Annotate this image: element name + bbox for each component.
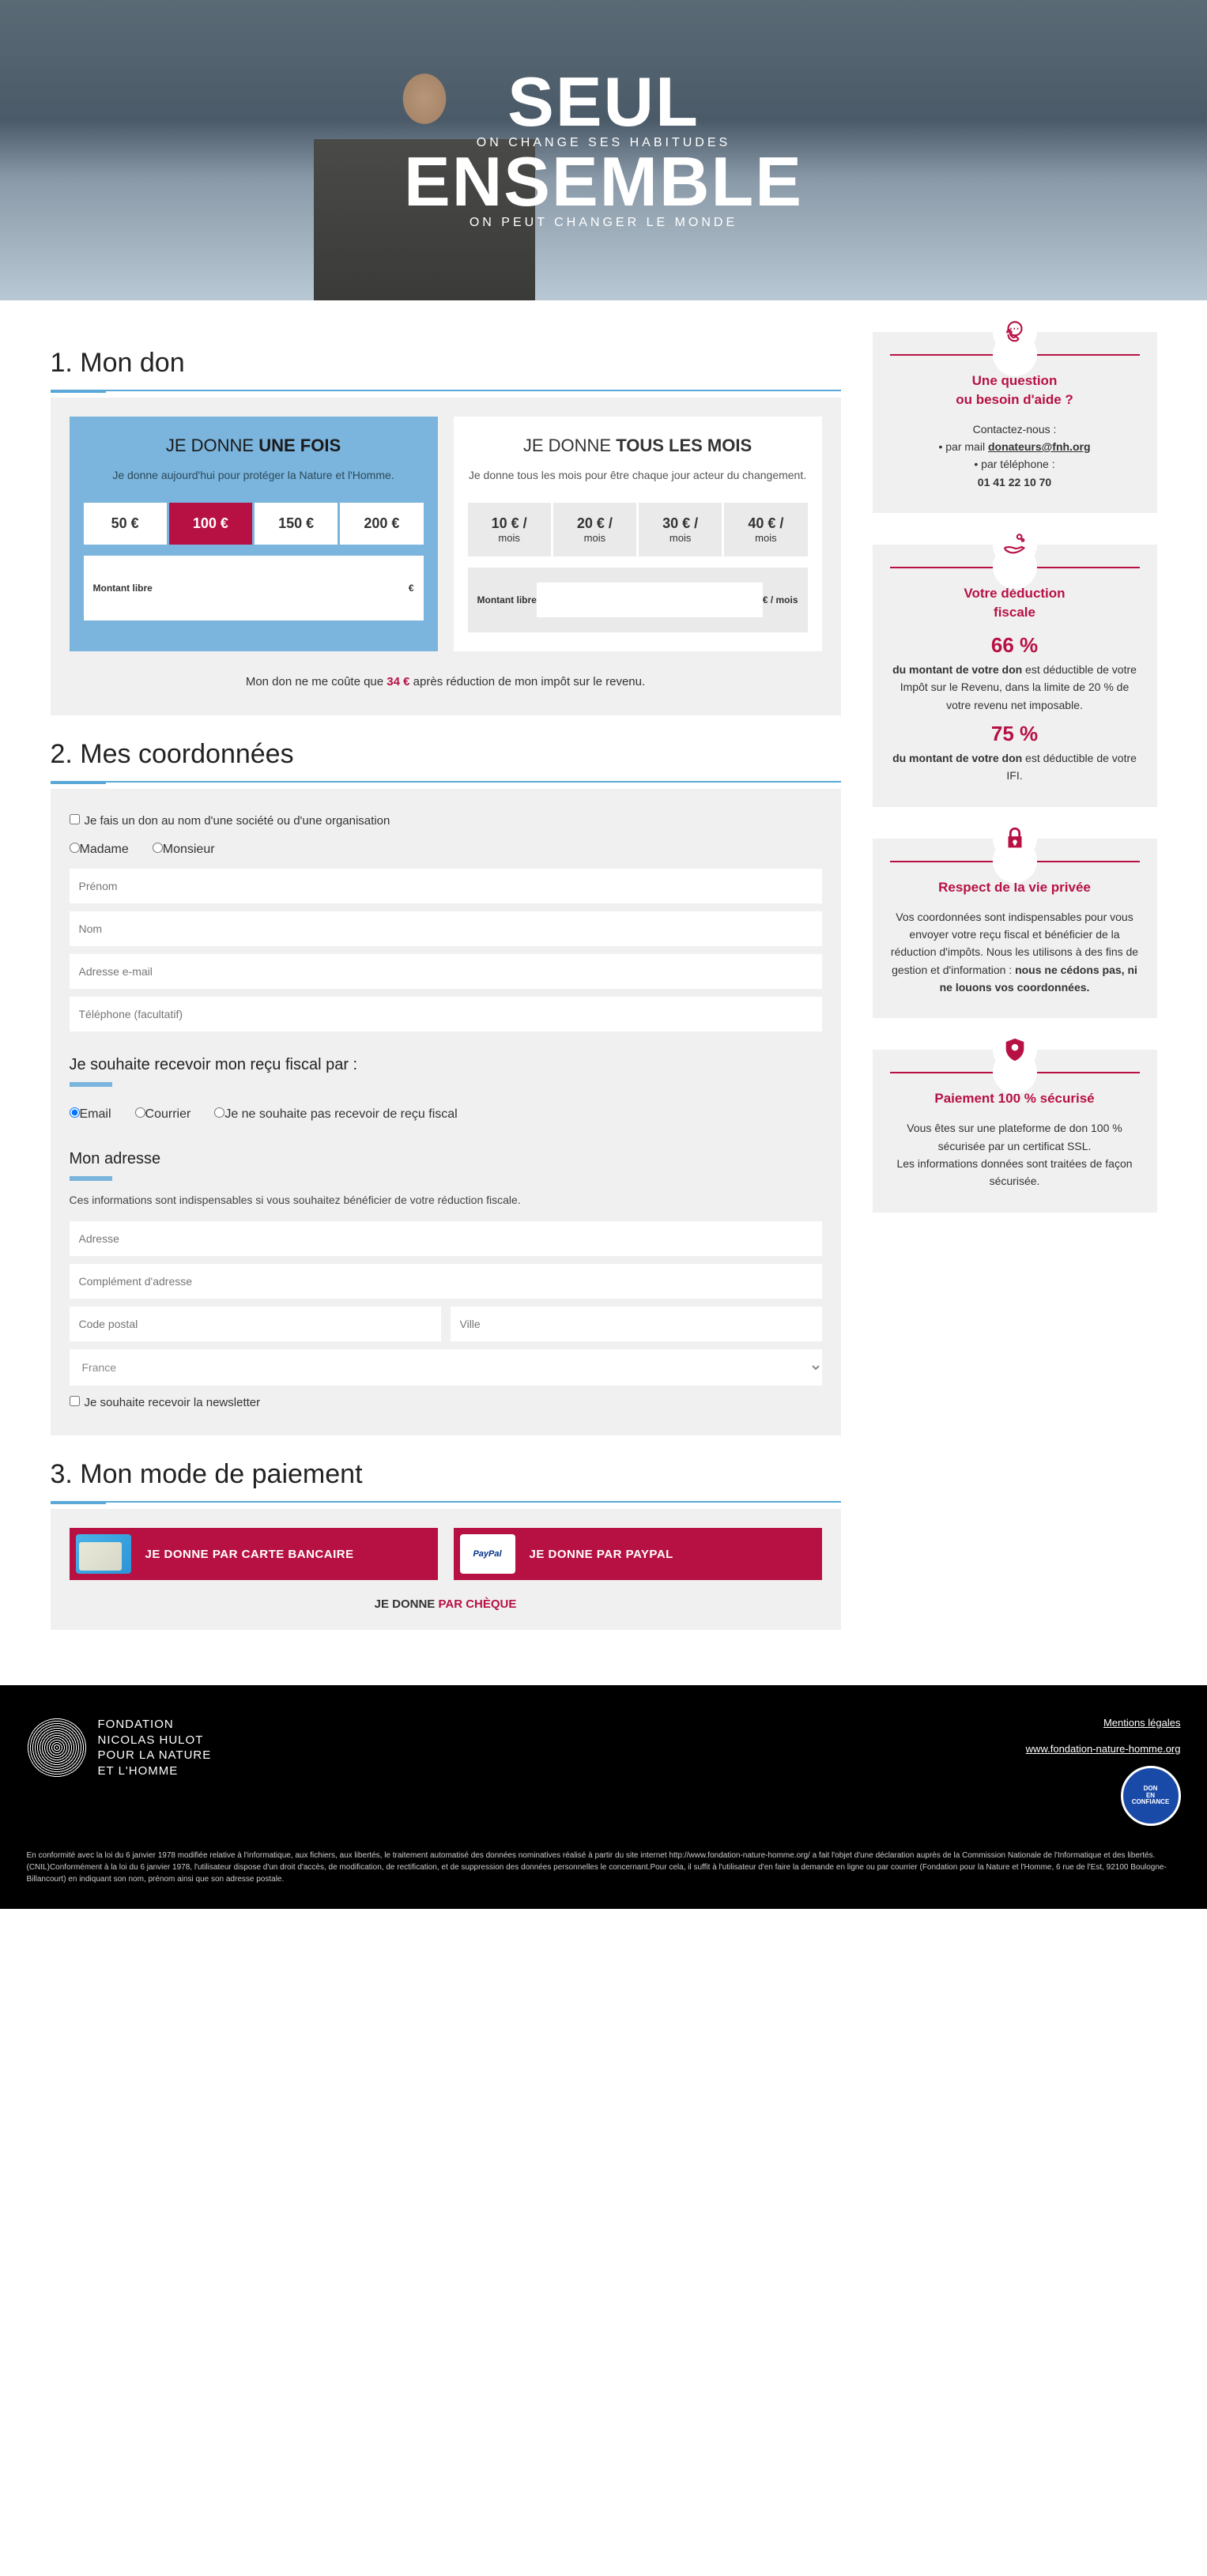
details-block: Je fais un don au nom d'une société ou d… xyxy=(51,789,841,1435)
side-security: Paiement 100 % sécurisé Vous êtes sur un… xyxy=(873,1050,1157,1212)
section2-title: 2. Mes coordonnées xyxy=(51,739,841,770)
amount-100[interactable]: 100 € xyxy=(169,503,252,545)
amount-40m[interactable]: 40 € /mois xyxy=(724,503,807,556)
logo-icon xyxy=(27,1718,87,1778)
amount-10m[interactable]: 10 € /mois xyxy=(468,503,551,556)
address-heading: Mon adresse xyxy=(70,1150,822,1168)
email-field[interactable] xyxy=(70,954,822,989)
amount-200[interactable]: 200 € xyxy=(340,503,423,545)
radio-madame[interactable] xyxy=(70,843,80,853)
mail-link[interactable]: donateurs@fnh.org xyxy=(988,440,1091,453)
side-question: Une question ou besoin d'aide ? Contacte… xyxy=(873,332,1157,513)
pay-card-button[interactable]: JE DONNE PAR CARTE BANCAIRE xyxy=(70,1528,438,1580)
radio-monsieur[interactable] xyxy=(153,843,163,853)
radio-receipt-none[interactable] xyxy=(214,1107,224,1118)
hero-line1: SEUL xyxy=(404,70,803,133)
tax-cost: Mon don ne me coûte que 34 € après réduc… xyxy=(70,667,822,696)
address-field[interactable] xyxy=(70,1221,822,1256)
amount-30m[interactable]: 30 € /mois xyxy=(639,503,722,556)
newsletter-checkbox[interactable] xyxy=(70,1396,80,1406)
legal-link[interactable]: Mentions légales xyxy=(1103,1717,1181,1729)
radio-receipt-email[interactable] xyxy=(70,1107,80,1118)
amount-150[interactable]: 150 € xyxy=(255,503,338,545)
site-link[interactable]: www.fondation-nature-homme.org xyxy=(1026,1743,1181,1755)
city-field[interactable] xyxy=(451,1307,822,1341)
tab-monthly[interactable]: JE DONNE TOUS LES MOIS Je donne tous les… xyxy=(454,417,822,651)
logo-text: FONDATION NICOLAS HULOT POUR LA NATURE E… xyxy=(98,1717,212,1778)
amount-50[interactable]: 50 € xyxy=(84,503,167,545)
phone-field[interactable] xyxy=(70,997,822,1032)
pay-cheque-link[interactable]: JE DONNE PAR CHÈQUE xyxy=(70,1597,822,1611)
lock-icon xyxy=(993,817,1037,861)
free-amount-once[interactable]: Montant libre€ xyxy=(84,556,424,620)
country-select[interactable]: France xyxy=(70,1349,822,1386)
phone-icon xyxy=(993,310,1037,354)
hero-banner: SEUL ON CHANGE SES HABITUDES ENSEMBLE ON… xyxy=(0,0,1207,300)
footer: FONDATION NICOLAS HULOT POUR LA NATURE E… xyxy=(0,1685,1207,1909)
radio-receipt-mail[interactable] xyxy=(135,1107,145,1118)
zip-field[interactable] xyxy=(70,1307,441,1341)
paypal-icon: PayPal xyxy=(460,1534,515,1574)
receipt-heading: Je souhaite recevoir mon reçu fiscal par… xyxy=(70,1056,822,1074)
org-checkbox[interactable] xyxy=(70,814,80,824)
free-amount-monthly[interactable]: Montant libre€ / mois xyxy=(468,568,808,632)
side-deduction: Votre déduction fiscale 66 % du montant … xyxy=(873,545,1157,807)
free-input-once[interactable] xyxy=(153,571,409,605)
legal-text: En conformité avec la loi du 6 janvier 1… xyxy=(27,1850,1181,1885)
hand-coins-icon xyxy=(993,522,1037,567)
pay-paypal-button[interactable]: PayPal JE DONNE PAR PAYPAL xyxy=(454,1528,822,1580)
free-input-monthly[interactable] xyxy=(537,583,763,617)
trust-badge: DON EN CONFIANCE xyxy=(1121,1766,1181,1826)
amount-20m[interactable]: 20 € /mois xyxy=(553,503,636,556)
payment-block: JE DONNE PAR CARTE BANCAIRE PayPal JE DO… xyxy=(51,1509,841,1630)
section1-title: 1. Mon don xyxy=(51,348,841,379)
lastname-field[interactable] xyxy=(70,911,822,946)
firstname-field[interactable] xyxy=(70,869,822,903)
side-deduction-title: Votre déduction fiscale xyxy=(890,584,1140,622)
card-icon xyxy=(76,1534,131,1574)
hero-line2: ENSEMBLE xyxy=(404,150,803,213)
shield-icon xyxy=(993,1028,1037,1072)
section3-title: 3. Mon mode de paiement xyxy=(51,1459,841,1490)
address2-field[interactable] xyxy=(70,1264,822,1299)
tab-once[interactable]: JE DONNE UNE FOIS Je donne aujourd'hui p… xyxy=(70,417,438,651)
side-question-title: Une question ou besoin d'aide ? xyxy=(890,372,1140,409)
donation-block: JE DONNE UNE FOIS Je donne aujourd'hui p… xyxy=(51,398,841,715)
side-privacy: Respect de la vie privée Vos coordonnées… xyxy=(873,839,1157,1019)
